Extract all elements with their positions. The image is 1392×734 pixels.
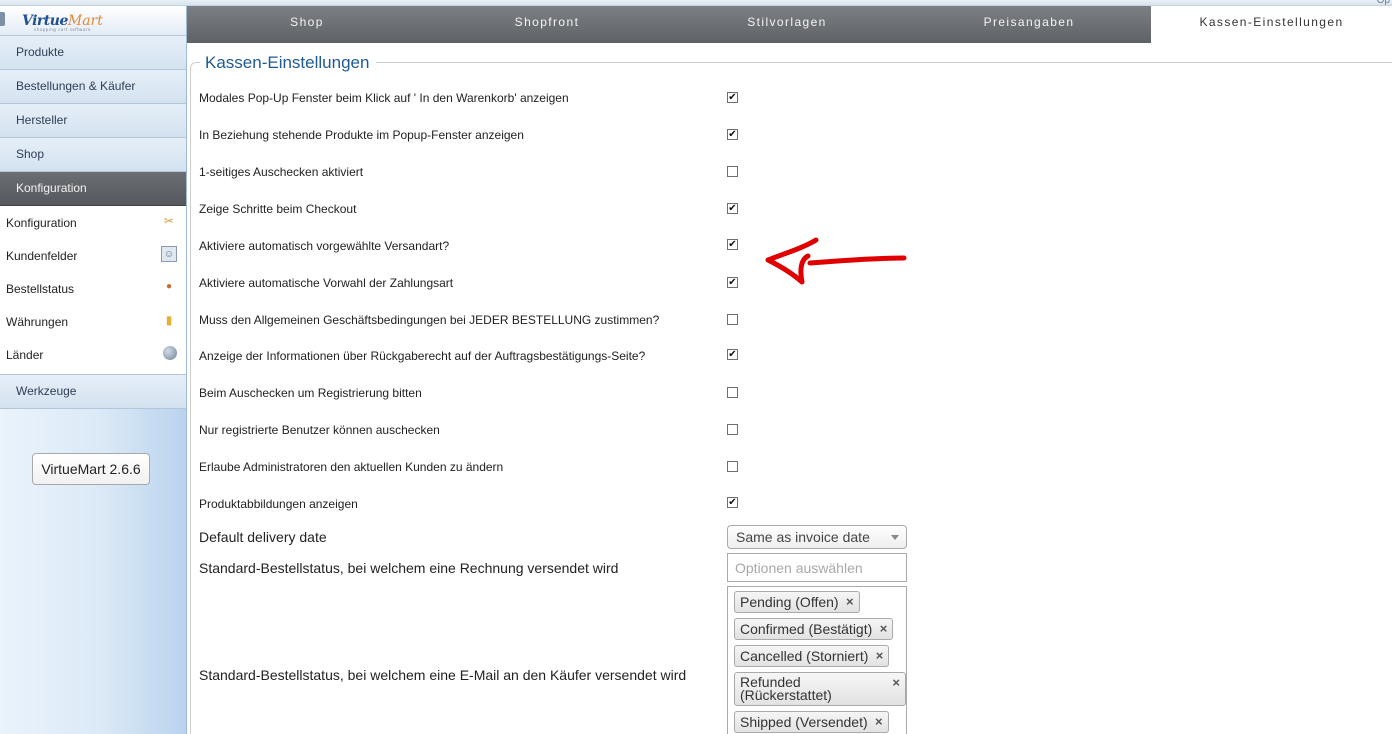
- setting-label: Beim Auschecken um Registrierung bitten: [199, 386, 422, 400]
- sidebar-menu-werkzeuge[interactable]: Werkzeuge: [0, 375, 186, 409]
- invoice-status-label: Standard-Bestellstatus, bei welchem eine…: [199, 560, 619, 576]
- tab-shopfront[interactable]: Shopfront: [427, 6, 667, 43]
- setting-checkbox[interactable]: [727, 314, 738, 325]
- setting-label: 1-seitiges Auschecken aktiviert: [199, 165, 364, 179]
- sidebar-item-label: Währungen: [6, 315, 69, 329]
- version-button[interactable]: VirtueMart 2.6.6: [32, 453, 150, 485]
- sidebar-item-label: Kundenfelder: [6, 249, 78, 263]
- order-status-icon: ●: [165, 281, 173, 292]
- arrow-shaft: [807, 255, 907, 266]
- setting-label: Produktabbildungen anzeigen: [199, 497, 358, 511]
- setting-label: Zeige Schritte beim Checkout: [199, 202, 357, 216]
- remove-chip-icon[interactable]: ×: [892, 676, 900, 689]
- tab-stilvorlagen[interactable]: Stilvorlagen: [667, 6, 907, 43]
- section-title: Kassen-Einstellungen: [200, 53, 377, 73]
- setting-checkbox[interactable]: [727, 461, 738, 472]
- tab-preisangaben[interactable]: Preisangaben: [907, 6, 1151, 43]
- sidebar-item-kundenfelder[interactable]: Kundenfelder ☺: [0, 240, 186, 273]
- email-status-label: Standard-Bestellstatus, bei welchem eine…: [199, 667, 687, 683]
- setting-checkbox[interactable]: ✔: [727, 129, 738, 140]
- setting-checkbox[interactable]: ✔: [727, 92, 738, 103]
- red-arrow-annotation: [765, 237, 907, 285]
- tab-shop[interactable]: Shop: [187, 6, 427, 43]
- setting-checkbox[interactable]: [727, 424, 738, 435]
- sidebar-item-label: Länder: [6, 348, 44, 362]
- tab-kassen-einstellungen[interactable]: Kassen-Einstellungen: [1151, 6, 1392, 43]
- sidebar-menu-hersteller[interactable]: Hersteller: [0, 104, 186, 138]
- chip-label: Cancelled (Storniert): [740, 648, 869, 664]
- status-chip-refunded: Refunded (Rückerstattet) ×: [734, 672, 906, 706]
- setting-label: Anzeige der Informationen über Rückgaber…: [199, 349, 646, 363]
- setting-checkbox[interactable]: [727, 387, 738, 398]
- globe-icon: [163, 346, 177, 360]
- sidebar-toggle-handle[interactable]: [0, 12, 5, 26]
- setting-label: Aktiviere automatisch vorgewählte Versan…: [199, 239, 450, 253]
- user-fields-icon: ☺: [161, 246, 177, 262]
- chevron-down-icon: [891, 535, 899, 540]
- chip-label: Shipped (Versendet): [740, 714, 868, 730]
- setting-label: In Beziehung stehende Produkte im Popup-…: [199, 128, 524, 142]
- sidebar-menu-bestellungen[interactable]: Bestellungen & Käufer: [0, 70, 186, 104]
- invoice-status-input[interactable]: [727, 553, 907, 582]
- remove-chip-icon[interactable]: ×: [846, 592, 854, 612]
- setting-checkbox[interactable]: ✔: [727, 239, 738, 250]
- status-chip-confirmed: Confirmed (Bestätigt) ×: [734, 618, 894, 640]
- remove-chip-icon[interactable]: ×: [876, 646, 884, 666]
- setting-checkbox[interactable]: ✔: [727, 277, 738, 288]
- sidebar-item-waehrungen[interactable]: Währungen ▮: [0, 306, 186, 339]
- sidebar-item-bestellstatus[interactable]: Bestellstatus ●: [0, 273, 186, 306]
- logo-bar: VirtueMart shopping cart software: [0, 6, 186, 36]
- top-tabs: Shop Shopfront Stilvorlagen Preisangaben…: [187, 6, 1392, 43]
- setting-label: Nur registrierte Benutzer können auschec…: [199, 423, 440, 437]
- status-chip-shipped: Shipped (Versendet) ×: [734, 711, 889, 733]
- sidebar-item-laender[interactable]: Länder: [0, 339, 186, 372]
- setting-label: Modales Pop-Up Fenster beim Klick auf ' …: [199, 91, 569, 105]
- chip-label: Pending (Offen): [740, 594, 839, 610]
- setting-label: Erlaube Administratoren den aktuellen Ku…: [199, 460, 504, 474]
- sidebar-submenu: Konfiguration ✂ Kundenfelder ☺ Bestellst…: [0, 206, 186, 375]
- sidebar-menu-konfiguration[interactable]: Konfiguration: [0, 172, 186, 206]
- sidebar-item-label: Bestellstatus: [6, 282, 75, 296]
- remove-chip-icon[interactable]: ×: [880, 619, 888, 639]
- delivery-date-label: Default delivery date: [199, 529, 327, 545]
- status-chip-cancelled: Cancelled (Storniert) ×: [734, 645, 890, 667]
- logo-tagline: shopping cart software: [34, 27, 91, 32]
- sidebar-item-label: Konfiguration: [6, 216, 77, 230]
- virtuemart-logo[interactable]: VirtueMart shopping cart software: [22, 10, 103, 32]
- setting-checkbox[interactable]: ✔: [727, 497, 738, 508]
- status-chip-pending: Pending (Offen) ×: [734, 591, 860, 613]
- coins-icon: ▮: [165, 313, 173, 327]
- setting-label: Aktiviere automatische Vorwahl der Zahlu…: [199, 276, 454, 290]
- sidebar-menu-produkte[interactable]: Produkte: [0, 36, 186, 70]
- chip-label: Confirmed (Bestätigt): [740, 621, 873, 637]
- sidebar-menu-shop[interactable]: Shop: [0, 138, 186, 172]
- chip-label: Refunded (Rückerstattet): [740, 674, 832, 703]
- email-status-multiselect[interactable]: Pending (Offen) × Confirmed (Bestätigt) × …: [727, 586, 907, 734]
- tools-icon: ✂: [163, 214, 175, 228]
- remove-chip-icon[interactable]: ×: [875, 712, 883, 732]
- sidebar-item-konfiguration[interactable]: Konfiguration ✂: [0, 207, 186, 240]
- setting-checkbox[interactable]: ✔: [727, 349, 738, 360]
- setting-label: Muss den Allgemeinen Geschäftsbedingunge…: [199, 313, 660, 327]
- setting-checkbox[interactable]: [727, 166, 738, 177]
- delivery-date-select[interactable]: Same as invoice date: [727, 525, 907, 549]
- delivery-date-value: Same as invoice date: [736, 529, 870, 545]
- sidebar: VirtueMart shopping cart software Produk…: [0, 6, 187, 734]
- setting-checkbox[interactable]: ✔: [727, 203, 738, 214]
